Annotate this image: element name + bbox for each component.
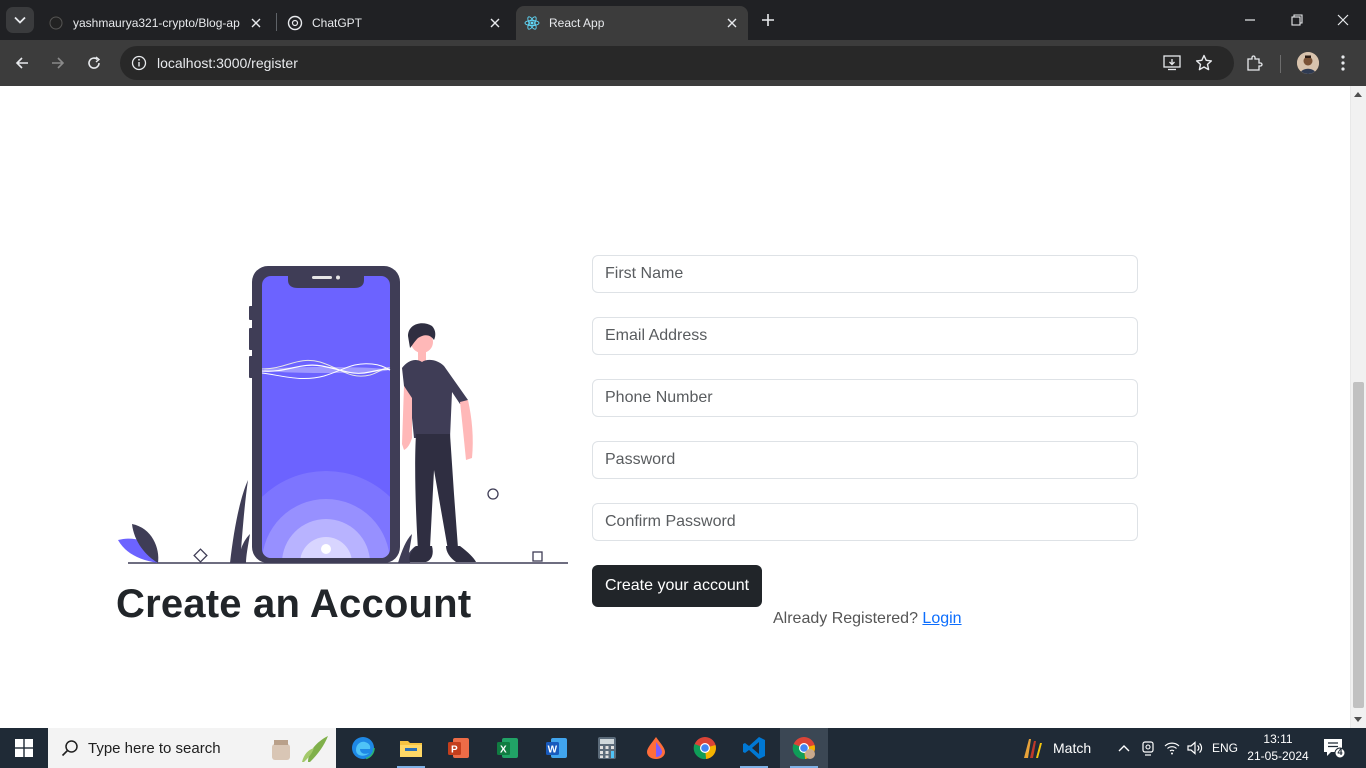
react-icon	[524, 15, 540, 31]
close-icon	[1337, 14, 1349, 26]
windows-taskbar: Type here to search P X W Match ENG 13:1…	[0, 728, 1366, 768]
search-icon	[60, 738, 80, 758]
volume-icon[interactable]	[1185, 738, 1205, 758]
svg-text:X: X	[500, 745, 507, 756]
vscode-icon	[743, 737, 765, 759]
create-account-button[interactable]: Create your account	[592, 565, 763, 607]
already-registered-line: Already Registered? Login	[773, 610, 962, 628]
arrow-right-icon	[52, 57, 65, 69]
powerpoint-icon: P	[448, 738, 469, 758]
browser-toolbar: localhost:3000/register	[0, 40, 1366, 86]
clock-date: 21-05-2024	[1247, 749, 1309, 763]
phone-input[interactable]	[592, 379, 1138, 417]
more-menu-icon[interactable]	[1332, 52, 1354, 74]
tab-title: yashmaurya321-crypto/Blog-ap	[73, 16, 240, 30]
site-info-icon[interactable]	[130, 54, 148, 72]
calculator-icon	[598, 737, 616, 759]
wifi-icon[interactable]	[1162, 738, 1182, 758]
close-tab-icon[interactable]	[248, 15, 264, 31]
restore-icon	[1291, 14, 1303, 26]
forward-button[interactable]	[46, 51, 70, 75]
page-viewport: Create an Account Create your account Al…	[0, 86, 1366, 728]
url-text[interactable]: localhost:3000/register	[157, 55, 298, 71]
weather-text[interactable]: Match	[1053, 740, 1091, 756]
search-placeholder: Type here to search	[88, 740, 221, 757]
taskbar-excel[interactable]: X	[484, 728, 532, 768]
excel-icon: X	[497, 738, 518, 758]
taskbar-vscode[interactable]	[730, 728, 778, 768]
arrow-left-icon	[15, 57, 28, 69]
tab-github[interactable]: yashmaurya321-crypto/Blog-ap	[48, 6, 272, 40]
taskbar-powerpoint[interactable]: P	[435, 728, 483, 768]
taskbar-chrome-active[interactable]	[780, 728, 828, 768]
paint-icon	[647, 737, 665, 759]
notification-center-icon[interactable]: 4	[1322, 737, 1346, 759]
notification-count: 4	[1337, 747, 1343, 757]
already-registered-text: Already Registered?	[773, 610, 918, 627]
address-bar[interactable]: localhost:3000/register	[120, 46, 1234, 80]
back-button[interactable]	[10, 51, 34, 75]
close-window-button[interactable]	[1331, 8, 1355, 32]
scrollbar-thumb[interactable]	[1353, 382, 1364, 708]
taskbar-calculator[interactable]	[583, 728, 631, 768]
plus-icon	[762, 14, 774, 26]
page-scrollbar[interactable]	[1350, 86, 1366, 728]
chrome-icon	[693, 737, 716, 760]
tab-title: React App	[549, 16, 605, 30]
new-tab-button[interactable]	[758, 10, 778, 30]
tab-chatgpt[interactable]: ChatGPT	[279, 6, 511, 40]
tab-separator	[276, 13, 277, 31]
chevron-down-icon	[14, 16, 26, 24]
email-input[interactable]	[592, 317, 1138, 355]
minimize-button[interactable]	[1238, 8, 1262, 32]
chatgpt-icon	[287, 15, 303, 31]
weather-widget-icon[interactable]	[1020, 736, 1046, 760]
minimize-icon	[1245, 19, 1255, 21]
start-button[interactable]	[0, 728, 48, 768]
windows-logo-icon	[15, 739, 33, 757]
taskbar-paint[interactable]	[632, 728, 680, 768]
svg-text:P: P	[451, 745, 458, 756]
first-name-input[interactable]	[592, 255, 1138, 293]
person-figure	[402, 323, 476, 562]
taskbar-file-explorer[interactable]	[387, 728, 435, 768]
github-icon	[48, 15, 64, 31]
taskbar-edge[interactable]	[339, 728, 387, 768]
profile-avatar[interactable]	[1297, 52, 1319, 74]
file-explorer-icon	[400, 741, 422, 757]
svg-text:W: W	[548, 745, 558, 756]
word-icon: W	[546, 738, 567, 758]
taskbar-chrome[interactable]	[681, 728, 729, 768]
login-link[interactable]: Login	[922, 610, 961, 627]
scroll-down-arrow-icon[interactable]	[1354, 717, 1362, 722]
clock-time: 13:11	[1263, 732, 1293, 746]
page-title: Create an Account	[116, 582, 472, 626]
show-hidden-icons-icon[interactable]	[1114, 738, 1134, 758]
tab-title: ChatGPT	[312, 16, 363, 30]
restore-button[interactable]	[1285, 8, 1309, 32]
confirm-password-input[interactable]	[592, 503, 1138, 541]
edge-icon	[351, 736, 375, 760]
password-input[interactable]	[592, 441, 1138, 479]
system-clock[interactable]: 13:11 21-05-2024	[1242, 731, 1314, 765]
tab-search-button[interactable]	[6, 7, 34, 33]
tab-react-app[interactable]: React App	[516, 6, 748, 40]
chrome-active-icon	[792, 737, 815, 760]
taskbar-search-box[interactable]: Type here to search	[48, 728, 336, 768]
taskbar-word[interactable]: W	[533, 728, 581, 768]
meet-now-icon[interactable]	[1138, 738, 1158, 758]
language-indicator[interactable]: ENG	[1212, 741, 1238, 755]
scroll-up-arrow-icon[interactable]	[1354, 92, 1362, 97]
search-highlight-image	[272, 736, 328, 762]
reload-icon	[88, 56, 101, 69]
register-illustration	[118, 266, 568, 564]
reload-button[interactable]	[82, 51, 106, 75]
close-tab-icon[interactable]	[487, 15, 503, 31]
close-tab-icon[interactable]	[724, 15, 740, 31]
browser-tab-bar: yashmaurya321-crypto/Blog-ap ChatGPT Rea…	[0, 0, 1366, 40]
install-app-icon[interactable]	[1162, 53, 1182, 73]
toolbar-divider	[1280, 55, 1281, 73]
bookmark-star-icon[interactable]	[1194, 53, 1214, 73]
extensions-icon[interactable]	[1243, 52, 1265, 74]
